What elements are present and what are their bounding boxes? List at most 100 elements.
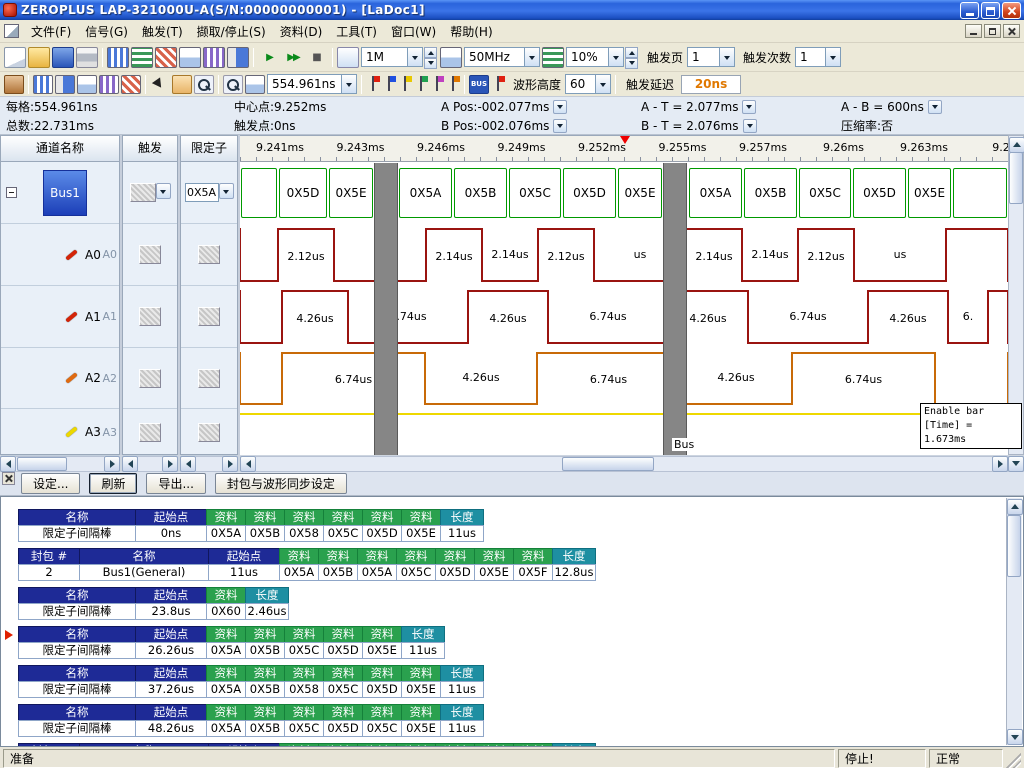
bus-value-segment[interactable]: 0X5C xyxy=(799,168,851,218)
trigger-page-select[interactable]: 1 xyxy=(687,47,735,67)
a-minus-t-info-dropdown-icon[interactable] xyxy=(742,100,756,114)
hscroll-track[interactable] xyxy=(196,456,222,472)
waveform-hscrollbar[interactable] xyxy=(240,456,1008,472)
memory-depth-select[interactable]: 1M xyxy=(361,47,423,67)
export-button[interactable]: 导出... xyxy=(146,473,205,494)
memory-display-icon[interactable] xyxy=(203,47,225,68)
settings-button[interactable]: 设定... xyxy=(21,473,80,494)
trigger-count-select[interactable]: 1 xyxy=(795,47,841,67)
zoom-in-icon[interactable] xyxy=(223,75,243,94)
packet-panel-close-icon[interactable] xyxy=(2,472,15,485)
qualifier-button[interactable] xyxy=(198,245,220,264)
bus-value-segment[interactable] xyxy=(241,168,277,218)
scroll-up-button[interactable] xyxy=(1009,137,1024,153)
channel-panel-hscrollbar[interactable] xyxy=(0,456,120,472)
table-view-icon[interactable] xyxy=(77,75,97,94)
scroll-down-button[interactable] xyxy=(1008,456,1024,472)
wave-height-select[interactable]: 60 xyxy=(565,74,611,94)
bus-setup-icon[interactable] xyxy=(55,75,75,94)
signal-waveform-row-a1[interactable]: 4.26us6.74us4.26us6.74us4.26us6.74us4.26… xyxy=(240,286,1008,348)
waveform-view[interactable]: 9.241ms9.243ms9.246ms9.249ms9.252ms9.255… xyxy=(240,135,1008,455)
bus-packet-display-icon[interactable] xyxy=(155,47,177,68)
menu-item[interactable]: 文件(F) xyxy=(24,20,78,43)
save-icon[interactable] xyxy=(52,47,74,68)
spin-down-icon[interactable] xyxy=(424,58,437,69)
mdi-minimize-button[interactable] xyxy=(965,24,982,38)
minimize-button[interactable] xyxy=(960,2,979,19)
channel-row-a0[interactable]: A0A0 xyxy=(1,224,119,286)
memory-depth-spinner[interactable] xyxy=(424,47,437,67)
close-button[interactable] xyxy=(1002,2,1021,19)
compression-display-icon[interactable] xyxy=(179,47,201,68)
signal-waveform-row-a0[interactable]: 2.12usus2.14us2.14us2.12usus2.14us2.14us… xyxy=(240,224,1008,286)
zoom-tool-icon[interactable] xyxy=(194,75,214,94)
hscroll-track[interactable] xyxy=(138,456,162,472)
compression-bar[interactable] xyxy=(374,163,398,455)
channel-setup-icon[interactable] xyxy=(33,75,53,94)
pointer-tool-icon[interactable] xyxy=(150,75,170,94)
scroll-right-button[interactable] xyxy=(992,456,1008,472)
hand-tool-icon[interactable] xyxy=(172,75,192,94)
bus-value-segment[interactable]: 0X5D xyxy=(853,168,906,218)
menu-item[interactable]: 窗口(W) xyxy=(384,20,443,43)
trigger-dont-care-button[interactable] xyxy=(139,245,161,264)
t-bar-icon[interactable] xyxy=(398,75,412,93)
bus1-trigger-select[interactable] xyxy=(130,183,171,202)
qualifier-button[interactable] xyxy=(198,307,220,326)
sample-rate-icon[interactable] xyxy=(440,47,462,68)
channel-row-a2[interactable]: A2A2 xyxy=(1,348,119,409)
a-bar-icon[interactable] xyxy=(366,75,380,93)
vertical-scroll-thumb[interactable] xyxy=(1009,152,1023,204)
home-icon[interactable] xyxy=(4,75,24,94)
b-pos-info-dropdown-icon[interactable] xyxy=(553,119,567,133)
hscroll-thumb[interactable] xyxy=(562,457,654,471)
menu-item[interactable]: 资料(D) xyxy=(273,20,330,43)
menu-item[interactable]: 撷取/停止(S) xyxy=(190,20,273,43)
bus-value-segment[interactable]: 0X5E xyxy=(618,168,662,218)
resize-grip[interactable] xyxy=(1006,749,1021,768)
bus-value-segment[interactable]: 0X5D xyxy=(279,168,327,218)
spin-up-icon[interactable] xyxy=(424,47,437,58)
time-per-div-select[interactable]: 554.961ns xyxy=(267,74,357,94)
trigger-delay-display[interactable]: 20ns xyxy=(681,75,741,94)
trigger-dont-care-button[interactable] xyxy=(139,307,161,326)
find-bar-icon[interactable] xyxy=(446,75,460,93)
bus-value-segment[interactable]: 0X5A xyxy=(689,168,742,218)
bus-collapse-toggle-icon[interactable] xyxy=(6,187,17,198)
bus-value-segment[interactable]: 0X5E xyxy=(329,168,373,218)
trigger-count-dropdown-icon[interactable] xyxy=(825,48,840,66)
spin-up-icon[interactable] xyxy=(625,47,638,58)
trigger-dont-care-button[interactable] xyxy=(139,369,161,388)
trigger-dont-care-button[interactable] xyxy=(139,423,161,442)
sample-rate-select[interactable]: 50MHz xyxy=(464,47,540,67)
signal-waveform-row-a2[interactable]: 6.74us4.26us6.74us4.26us6.74us xyxy=(240,348,1008,409)
trigger-ratio-icon[interactable] xyxy=(542,47,564,68)
bus1-trigger-dropdown-icon[interactable] xyxy=(156,183,171,199)
trigger-panel-hscrollbar[interactable] xyxy=(122,456,178,472)
menu-item[interactable]: 信号(G) xyxy=(78,20,135,43)
scroll-left-button[interactable] xyxy=(180,456,196,472)
bus-value-segment[interactable] xyxy=(953,168,1007,218)
channel-row-a1[interactable]: A1A1 xyxy=(1,286,119,348)
bus-value-segment[interactable]: 0X5C xyxy=(509,168,561,218)
listing-display-icon[interactable] xyxy=(131,47,153,68)
bus-value-segment[interactable]: 0X5B xyxy=(744,168,797,218)
hscroll-track[interactable] xyxy=(256,456,992,472)
scroll-down-button[interactable] xyxy=(1007,729,1023,745)
time-per-div-dropdown-icon[interactable] xyxy=(341,75,356,93)
scroll-up-button[interactable] xyxy=(1007,499,1023,515)
bus1-qualifier-select[interactable]: 0X5A xyxy=(185,183,234,202)
fit-view-icon[interactable] xyxy=(245,75,265,94)
trigger-ratio-select[interactable]: 10% xyxy=(566,47,624,67)
menu-item[interactable]: 帮助(H) xyxy=(443,20,499,43)
run-button[interactable]: ▶ xyxy=(258,47,280,68)
bus1-waveform-row[interactable]: 0X5D0X5E0X5A0X5B0X5C0X5D0X5E0X5A0X5B0X5C… xyxy=(240,162,1008,224)
a-pos-info-dropdown-icon[interactable] xyxy=(553,100,567,114)
memory-depth-icon[interactable] xyxy=(337,47,359,68)
sync-packet-wave-button[interactable]: 封包与波形同步设定 xyxy=(215,473,347,494)
scroll-right-button[interactable] xyxy=(104,456,120,472)
sample-rate-dropdown-icon[interactable] xyxy=(524,48,539,66)
scroll-right-button[interactable] xyxy=(162,456,178,472)
wave-height-dropdown-icon[interactable] xyxy=(595,75,610,93)
scroll-left-button[interactable] xyxy=(122,456,138,472)
